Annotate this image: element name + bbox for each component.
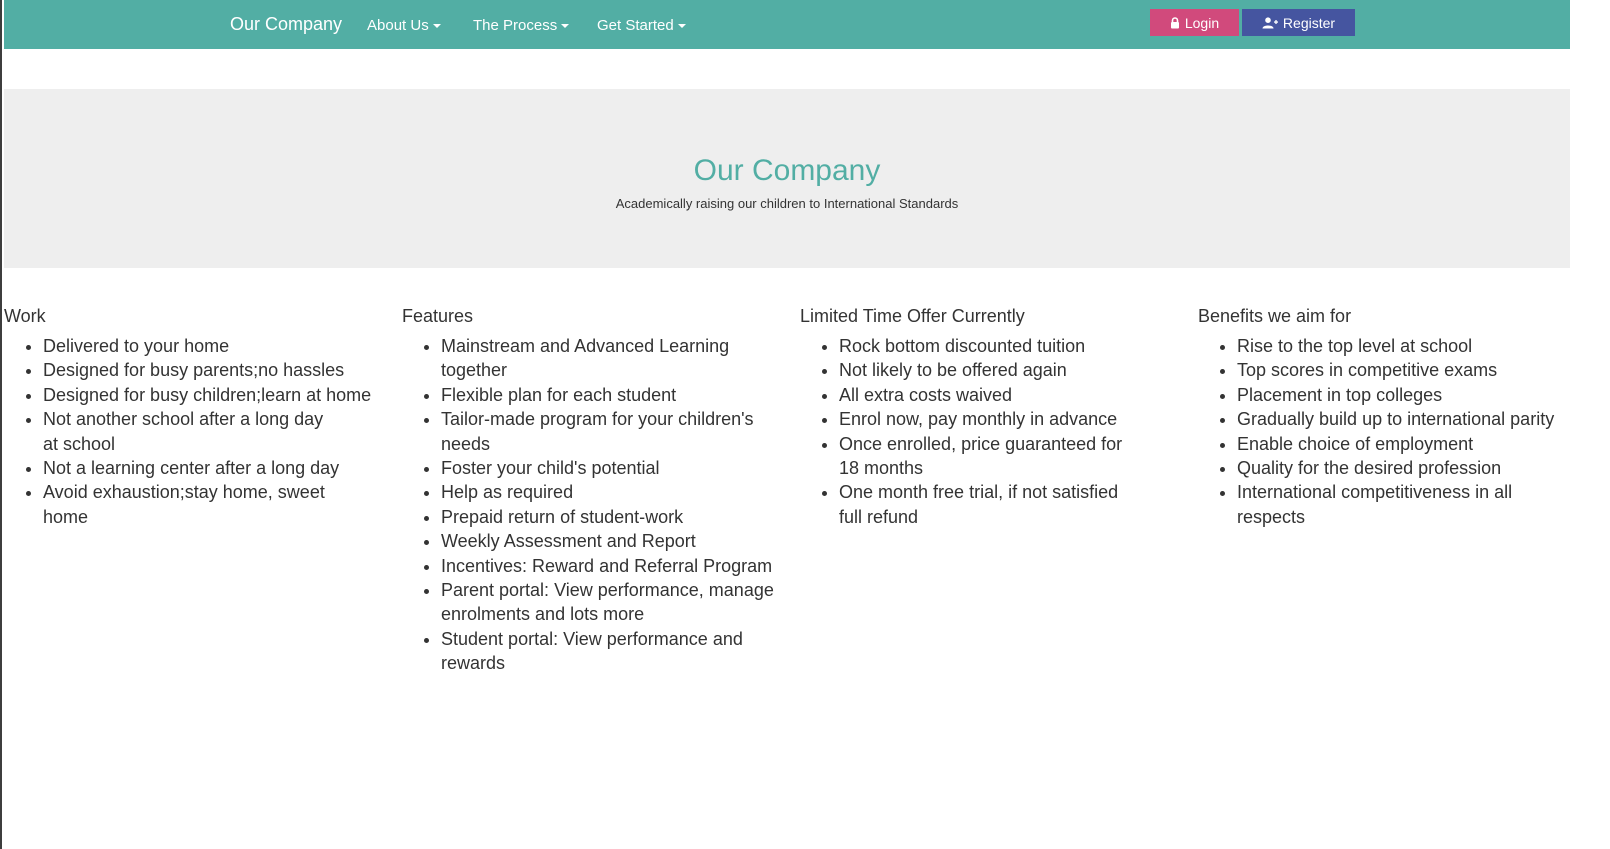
list-item: Foster your child's potential <box>441 456 774 480</box>
lock-icon <box>1170 16 1179 28</box>
list-item: Rock bottom discounted tuition <box>839 334 1172 358</box>
nav-about-us-dropdown[interactable]: About Us <box>367 17 441 34</box>
feature-list: Rock bottom discounted tuition Not likel… <box>800 334 1172 529</box>
feature-list: Mainstream and Advanced Learning togethe… <box>402 334 774 676</box>
column-work: Work Delivered to your home Designed for… <box>4 304 374 529</box>
list-item: Not likely to be offered again <box>839 358 1172 382</box>
column-benefits: Benefits we aim for Rise to the top leve… <box>1198 304 1570 529</box>
list-item: Incentives: Reward and Referral Program <box>441 554 774 578</box>
list-item: Designed for busy parents;no hassles <box>43 358 374 382</box>
register-button[interactable]: Register <box>1242 9 1355 36</box>
hero-title: Our Company <box>693 154 881 187</box>
feature-list: Rise to the top level at school Top scor… <box>1198 334 1570 529</box>
list-item: Once enrolled, price guaranteed for 18 m… <box>839 432 1172 481</box>
list-item: Not a learning center after a long day <box>43 456 374 480</box>
list-item: Gradually build up to international pari… <box>1237 407 1570 431</box>
list-item: Quality for the desired profession <box>1237 456 1570 480</box>
hero-banner: Our Company Academically raising our chi… <box>4 89 1570 268</box>
list-item: Delivered to your home <box>43 334 374 358</box>
column-heading: Features <box>402 306 474 326</box>
add-user-icon <box>1262 16 1278 28</box>
hero-subtitle: Academically raising our children to Int… <box>615 196 959 211</box>
list-item: Placement in top colleges <box>1237 383 1570 407</box>
list-item: Top scores in competitive exams <box>1237 358 1570 382</box>
list-item: Rise to the top level at school <box>1237 334 1570 358</box>
list-item: Help as required <box>441 480 774 504</box>
list-item: Prepaid return of student-work <box>441 505 774 529</box>
nav-about-us-label: About Us <box>367 17 429 34</box>
column-features: Features Mainstream and Advanced Learnin… <box>402 304 774 676</box>
nav-get-started-label: Get Started <box>597 17 674 34</box>
brand-link[interactable]: Our Company <box>230 14 342 35</box>
nav-the-process-label: The Process <box>473 17 558 34</box>
scrollbar-track[interactable] <box>1568 0 1610 849</box>
chevron-down-icon <box>677 24 686 29</box>
login-button[interactable]: Login <box>1150 9 1239 36</box>
nav-the-process-dropdown[interactable]: The Process <box>473 17 570 34</box>
register-label: Register <box>1282 14 1336 31</box>
list-item: Not another school after a long day at s… <box>43 407 374 456</box>
column-heading: Limited Time Offer Currently <box>800 306 1025 326</box>
list-item: Enrol now, pay monthly in advance <box>839 407 1172 431</box>
list-item: Parent portal: View performance, manage … <box>441 578 774 627</box>
chevron-down-icon <box>561 24 570 29</box>
list-item: Student portal: View performance and rew… <box>441 627 774 676</box>
list-item: Flexible plan for each student <box>441 383 774 407</box>
list-item: Tailor-made program for your children's … <box>441 407 774 456</box>
feature-list: Delivered to your home Designed for busy… <box>4 334 374 529</box>
list-item: International competitiveness in all res… <box>1237 480 1570 529</box>
nav-get-started-dropdown[interactable]: Get Started <box>597 17 686 34</box>
login-label: Login <box>1184 14 1220 31</box>
column-limited-time-offer: Limited Time Offer Currently Rock bottom… <box>800 304 1172 529</box>
list-item: Avoid exhaustion;stay home, sweet home <box>43 480 374 529</box>
list-item: Designed for busy children;learn at home <box>43 383 374 407</box>
column-heading: Benefits we aim for <box>1198 306 1352 326</box>
column-heading: Work <box>4 306 46 326</box>
list-item: Enable choice of employment <box>1237 432 1570 456</box>
list-item: All extra costs waived <box>839 383 1172 407</box>
chevron-down-icon <box>432 24 441 29</box>
browser-viewport: Our Company About Us The Process Get Sta… <box>0 0 1610 849</box>
list-item: One month free trial, if not satisfied f… <box>839 480 1172 529</box>
list-item: Weekly Assessment and Report <box>441 529 774 553</box>
list-item: Mainstream and Advanced Learning togethe… <box>441 334 774 383</box>
